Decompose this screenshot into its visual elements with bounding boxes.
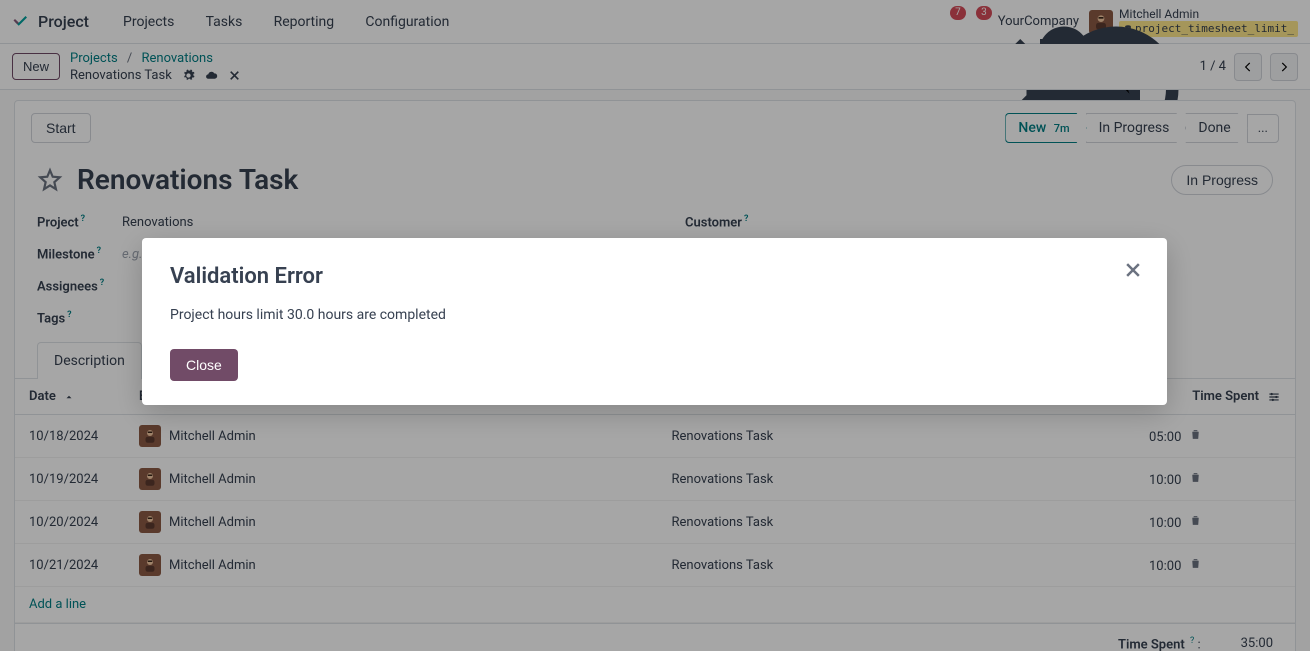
- modal-body: Project hours limit 30.0 hours are compl…: [170, 307, 1139, 323]
- validation-error-modal: Validation Error Project hours limit 30.…: [142, 238, 1167, 405]
- close-button[interactable]: Close: [170, 349, 238, 381]
- close-icon[interactable]: [1123, 260, 1143, 280]
- modal-title: Validation Error: [170, 264, 1139, 289]
